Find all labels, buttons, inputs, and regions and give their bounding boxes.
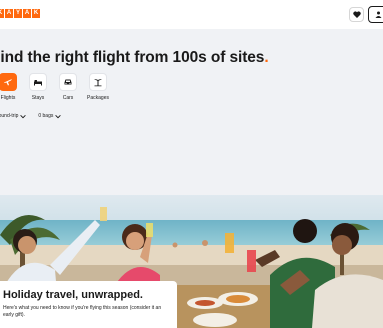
tab-flights-label: Flights (0, 95, 16, 101)
tab-cars[interactable]: Cars (53, 73, 83, 101)
logo-letter: K (32, 9, 40, 18)
travel-mode-tabs: Flights Stays Cars Packages (0, 73, 113, 101)
chevron-down-icon (20, 114, 27, 118)
page-title: Find the right flight from 100s of sites… (0, 49, 269, 67)
tab-packages[interactable]: Packages (83, 73, 113, 101)
headline-text: Find the right flight from 100s of sites (0, 49, 265, 66)
heart-icon (352, 11, 361, 18)
headline-dot: . (264, 49, 269, 66)
packages-tile[interactable] (89, 73, 107, 91)
logo-letter: K (0, 9, 4, 18)
bed-icon (34, 80, 42, 86)
user-icon (375, 11, 381, 18)
trip-type-label: Round-trip (0, 113, 19, 119)
promo-title[interactable]: Holiday travel, unwrapped. (3, 289, 177, 301)
logo-letter: A (5, 9, 13, 18)
tab-packages-label: Packages (87, 95, 109, 101)
cars-tile[interactable] (59, 73, 77, 91)
saved-trips-button[interactable] (349, 7, 364, 22)
promo-card[interactable]: Holiday travel, unwrapped. Here's what y… (0, 281, 177, 328)
promo-description: Here's what you need to know if you're f… (3, 305, 162, 318)
bags-dropdown[interactable]: 0 bags (38, 113, 62, 119)
sign-in-button[interactable] (368, 6, 383, 23)
tab-flights[interactable]: Flights (0, 73, 23, 101)
bags-label: 0 bags (38, 113, 54, 119)
search-options: Round-trip 0 bags (0, 113, 62, 119)
flights-tile[interactable] (0, 73, 17, 91)
stays-tile[interactable] (29, 73, 47, 91)
logo-letter: A (23, 9, 31, 18)
car-icon (64, 79, 72, 85)
palm-tree-icon (94, 79, 102, 87)
chevron-down-icon (55, 114, 62, 118)
top-navigation-bar: K A Y A K (0, 0, 383, 29)
trip-type-dropdown[interactable]: Round-trip (0, 113, 27, 119)
logo-letter: Y (14, 9, 22, 18)
tab-stays[interactable]: Stays (23, 73, 53, 101)
kayak-logo[interactable]: K A Y A K (0, 9, 40, 18)
plane-icon (4, 79, 12, 86)
tab-stays-label: Stays (31, 95, 45, 101)
tab-cars-label: Cars (62, 95, 74, 101)
